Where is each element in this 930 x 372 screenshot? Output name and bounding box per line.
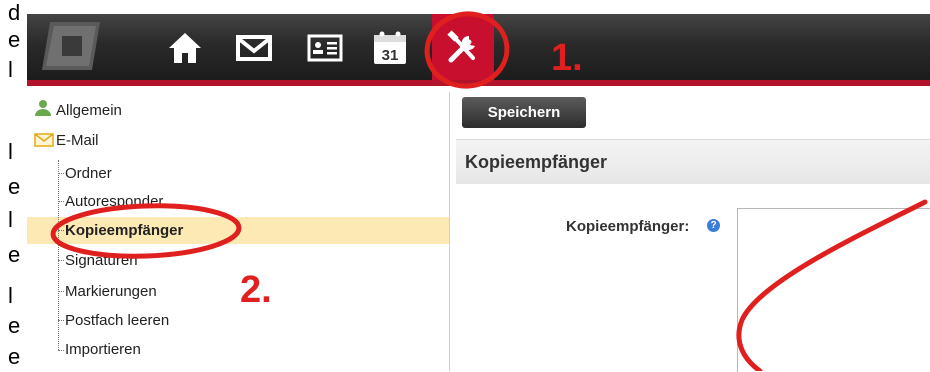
- annotation-curve: [736, 199, 928, 371]
- sidebar-item-postfach-leeren[interactable]: Postfach leeren: [65, 312, 169, 330]
- help-icon[interactable]: ?: [707, 219, 720, 232]
- svg-text:31: 31: [382, 47, 399, 64]
- margin-letter: l: [8, 139, 13, 164]
- tree-tick: [58, 291, 64, 292]
- field-label: Kopieempfänger:: [566, 218, 690, 235]
- section-title: Kopieempfänger: [465, 152, 608, 172]
- annotation-step-2: 2.: [240, 269, 272, 311]
- app-logo: [42, 22, 100, 70]
- annotation-circle-1: [424, 11, 510, 89]
- contacts-icon[interactable]: [303, 28, 347, 68]
- margin-letter: l: [8, 207, 13, 232]
- sidebar-item-email[interactable]: E-Mail: [56, 132, 99, 150]
- margin-letter: e: [8, 27, 21, 52]
- margin-letter: d: [8, 0, 21, 25]
- tree-tick: [58, 173, 64, 174]
- sidebar-item-importieren[interactable]: Importieren: [65, 341, 141, 359]
- save-button[interactable]: Speichern: [462, 97, 586, 128]
- margin-letter: e: [8, 174, 21, 199]
- home-icon[interactable]: [163, 28, 207, 68]
- tree-tick: [58, 320, 64, 321]
- sidebar-item-markierungen[interactable]: Markierungen: [65, 283, 157, 301]
- sidebar-item-allgemein[interactable]: Allgemein: [56, 102, 122, 120]
- sidebar-item-ordner[interactable]: Ordner: [65, 165, 112, 183]
- margin-letter: l: [8, 283, 13, 308]
- calendar-icon[interactable]: 31: [368, 28, 412, 68]
- margin-letter: e: [8, 344, 21, 369]
- margin-letter: l: [8, 57, 13, 82]
- user-icon: [35, 100, 51, 116]
- margin-letter: e: [8, 313, 21, 338]
- mail-icon[interactable]: [232, 28, 276, 68]
- margin-letter: e: [8, 242, 21, 267]
- annotation-circle-2: [50, 203, 242, 259]
- envelope-icon: [34, 133, 54, 147]
- tree-tick: [58, 350, 64, 351]
- annotation-step-1: 1.: [551, 37, 583, 79]
